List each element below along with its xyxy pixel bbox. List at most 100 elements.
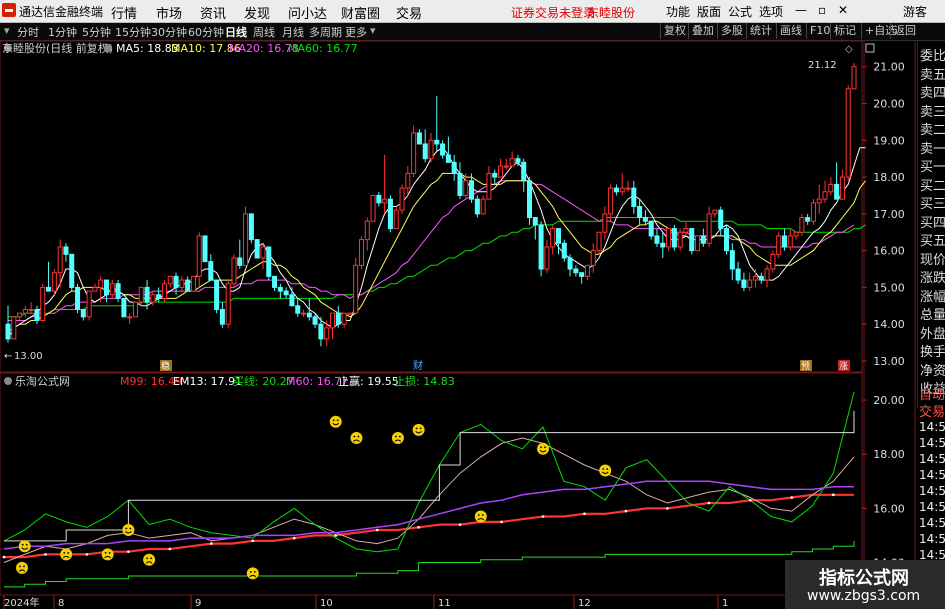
- candle-body: [457, 172, 463, 196]
- candle-body: [805, 217, 811, 222]
- sidebar-label: 换手: [920, 345, 945, 360]
- candle: [764, 265, 770, 288]
- candle-body: [312, 316, 318, 325]
- candle-body: [544, 246, 550, 270]
- face-eye: [540, 446, 542, 449]
- candle: [810, 199, 816, 225]
- ma-settings-icon[interactable]: [104, 44, 112, 52]
- candle: [266, 246, 272, 281]
- m99-dot: [707, 501, 711, 505]
- watermark-title: 指标公式网: [819, 568, 909, 589]
- candle: [724, 224, 730, 255]
- candle: [729, 243, 735, 281]
- candle-body: [509, 158, 515, 167]
- face-circle: [391, 431, 404, 444]
- face-circle: [60, 548, 73, 561]
- candle-body: [677, 231, 683, 248]
- candle: [11, 316, 17, 340]
- sidebar-label: 卖一: [920, 141, 945, 157]
- face-eye: [395, 435, 397, 438]
- candle: [660, 232, 666, 258]
- candle: [648, 220, 654, 240]
- candle-body: [613, 187, 619, 193]
- candle: [503, 158, 509, 170]
- candle-body: [747, 279, 753, 288]
- candle: [132, 301, 138, 318]
- indicator-settings-icon[interactable]: [4, 377, 12, 385]
- candle-body: [231, 257, 237, 285]
- sidebar-label: 卖五: [920, 67, 945, 83]
- face-eye: [399, 435, 401, 438]
- low-price-label: 13.00: [14, 351, 43, 362]
- candle: [225, 280, 231, 328]
- sidebar-label: 买四: [920, 215, 945, 231]
- candle: [75, 283, 81, 314]
- event-marker-2-text[interactable]: 财: [413, 359, 423, 372]
- candle: [329, 312, 336, 339]
- candle-body: [115, 283, 121, 299]
- candle-body: [625, 187, 631, 190]
- legend-stop-profit: 止赢: 19.55: [338, 374, 399, 388]
- sub-tick-label: 20.00: [873, 394, 905, 407]
- candle-body: [92, 286, 98, 292]
- candle: [411, 125, 417, 178]
- diamond-icon: ◇: [845, 44, 853, 55]
- kline-chart[interactable]: 21.00 20.00 19.00 18.00 17.00 16.00 15.00 14.00…: [0, 0, 945, 609]
- legend-stop-loss: 止损: 14.83: [394, 374, 455, 388]
- candle: [532, 217, 538, 240]
- candle: [387, 195, 393, 233]
- event-marker-3-text: 预: [801, 361, 810, 372]
- sidebar-label: 卖三: [920, 104, 945, 120]
- sub-tick-label: 16.00: [873, 502, 905, 515]
- candle: [492, 169, 498, 185]
- candle: [839, 169, 845, 200]
- m99-dot: [790, 496, 794, 499]
- candle: [121, 297, 127, 318]
- candle-body: [393, 209, 399, 230]
- x-tick-label: 8: [58, 598, 64, 609]
- candle-body: [706, 213, 712, 244]
- candle: [654, 228, 660, 247]
- candle-body: [387, 198, 393, 230]
- auto-trade-label[interactable]: 交易: [919, 401, 945, 420]
- candle: [80, 308, 86, 321]
- candle-body: [405, 172, 411, 189]
- sad-signal-icon: [350, 431, 363, 444]
- candle: [781, 228, 787, 251]
- legend-ma5: MA5: 18.83: [116, 42, 179, 55]
- candle: [248, 213, 254, 244]
- sad-signal-icon: [101, 548, 114, 561]
- sub-tick-label: 18.00: [873, 448, 905, 461]
- candle: [306, 298, 312, 321]
- m99-dot: [666, 507, 669, 510]
- candle: [712, 209, 718, 218]
- candle: [295, 298, 301, 317]
- m99-dot: [251, 539, 255, 543]
- candle-body: [579, 272, 585, 277]
- candle-body: [451, 161, 457, 174]
- candle: [358, 235, 364, 270]
- candle-body: [132, 301, 138, 318]
- candle: [179, 276, 185, 292]
- candle: [347, 312, 353, 315]
- candle-body: [776, 235, 782, 255]
- candle-body: [202, 235, 208, 263]
- candle-body: [399, 187, 405, 211]
- chart-grid: [0, 40, 916, 596]
- candle-body: [277, 286, 283, 292]
- candle-body: [619, 187, 625, 193]
- legend-em13: EM13: 17.91: [173, 375, 242, 388]
- candle: [214, 279, 220, 314]
- candle-body: [289, 294, 295, 307]
- tick-time: 14:56: [919, 436, 945, 450]
- face-eye: [481, 514, 484, 516]
- candle-body: [248, 213, 254, 241]
- candle-body: [741, 279, 747, 288]
- candle: [747, 272, 753, 292]
- candle-body: [799, 217, 805, 233]
- candle: [272, 275, 278, 292]
- series-M60-line: [3, 480, 854, 550]
- candle-body: [532, 217, 538, 226]
- candle-body: [161, 283, 167, 299]
- candle-body: [428, 139, 434, 160]
